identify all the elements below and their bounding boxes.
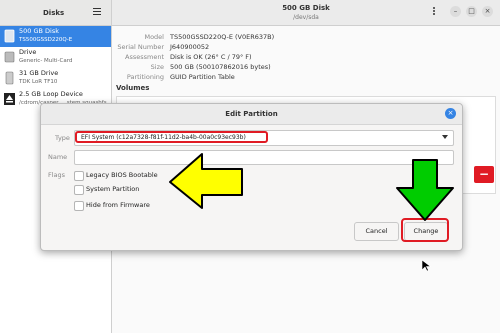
detail-value: GUID Partition Table — [170, 73, 235, 81]
dialog-header: Edit Partition × — [41, 104, 462, 125]
main-header: 500 GB Disk /dev/sda – □ × — [112, 0, 500, 26]
close-icon[interactable]: × — [482, 6, 493, 17]
remove-partition-button[interactable]: − — [474, 166, 494, 183]
device-sub: Generic- Multi-Card — [19, 58, 73, 64]
maximize-icon[interactable]: □ — [466, 6, 477, 17]
detail-value: TS500GSSD220Q-E (V0ER637B) — [170, 33, 275, 41]
device-item-500gb[interactable]: 500 GB Disk TS500GSSD220Q-E — [0, 26, 111, 47]
cancel-button[interactable]: Cancel — [354, 222, 399, 241]
device-item-31gb[interactable]: 31 GB Drive TDK LoR TF10 — [0, 68, 111, 89]
device-item-drive[interactable]: Drive Generic- Multi-Card — [0, 47, 111, 68]
detail-key: Model — [144, 33, 164, 41]
hide-from-firmware-checkbox[interactable] — [74, 201, 84, 211]
name-label: Name — [48, 153, 68, 161]
hamburger-menu-icon[interactable] — [93, 8, 101, 15]
flags-label: Flags — [48, 171, 66, 179]
eject-icon — [4, 93, 15, 105]
minimize-icon[interactable]: – — [450, 6, 461, 17]
detail-key: Size — [150, 63, 164, 71]
dropdown-arrow-icon — [442, 135, 448, 139]
yellow-arrow-annotation — [169, 153, 243, 209]
sidebar-title: Disks — [43, 9, 65, 17]
disk-title: 500 GB Disk — [282, 4, 330, 12]
close-icon[interactable]: × — [445, 108, 456, 119]
system-partition-label: System Partition — [86, 185, 140, 193]
dialog-title: Edit Partition — [225, 110, 278, 118]
device-name: Drive — [19, 48, 37, 56]
device-sub: TDK LoR TF10 — [19, 79, 58, 85]
usb-drive-icon — [5, 71, 14, 85]
detail-key: Partitioning — [126, 73, 164, 81]
card-reader-icon — [4, 51, 15, 63]
sidebar-header: Disks — [0, 0, 112, 26]
detail-value: Disk is OK (26° C / 79° F) — [170, 53, 252, 61]
type-highlight-box — [75, 131, 268, 143]
hide-from-firmware-label: Hide from Firmware — [86, 201, 150, 209]
detail-key: Serial Number — [117, 43, 164, 51]
kebab-menu-icon[interactable] — [433, 7, 436, 16]
detail-key: Assessment — [125, 53, 164, 61]
disk-drive-icon — [4, 29, 15, 43]
type-label: Type — [55, 134, 70, 142]
detail-value: 500 GB (500107862016 bytes) — [170, 63, 271, 71]
system-partition-checkbox[interactable] — [74, 185, 84, 195]
legacy-bios-bootable-checkbox[interactable] — [74, 171, 84, 181]
green-arrow-annotation — [396, 159, 454, 221]
volumes-title: Volumes — [116, 84, 150, 92]
detail-value: J640900052 — [170, 43, 210, 51]
legacy-bios-bootable-label: Legacy BIOS Bootable — [86, 171, 158, 179]
mouse-cursor-icon — [422, 260, 431, 271]
device-name: 500 GB Disk — [19, 27, 59, 35]
device-name: 2.5 GB Loop Device — [19, 90, 83, 98]
disk-subtitle: /dev/sda — [293, 14, 319, 21]
device-name: 31 GB Drive — [19, 69, 59, 77]
device-sub: TS500GSSD220Q-E — [19, 37, 73, 43]
